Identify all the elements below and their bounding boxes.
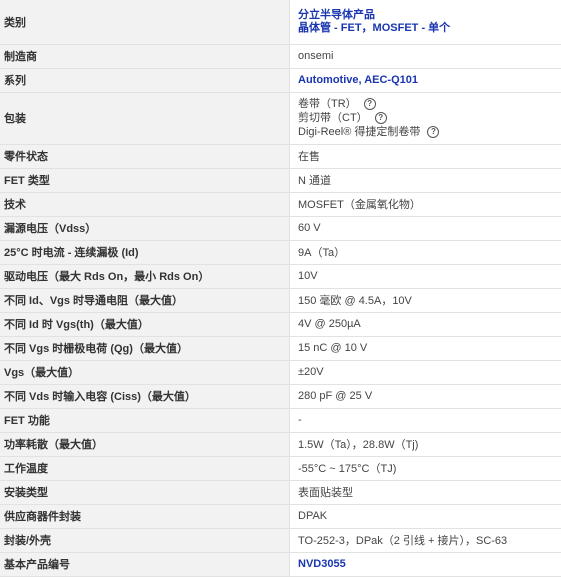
row-fet-type: FET 类型 N 通道 — [0, 168, 561, 192]
value-drive-voltage: 10V — [290, 264, 561, 288]
help-circle-icon[interactable]: ? — [375, 112, 387, 124]
value-package-case: TO-252-3，DPak（2 引线 + 接片），SC-63 — [290, 528, 561, 552]
row-supplier-package: 供应商器件封装 DPAK — [0, 504, 561, 528]
row-technology: 技术 MOSFET（金属氧化物） — [0, 192, 561, 216]
row-vgs-th: 不同 Id 时 Vgs(th)（最大值） 4V @ 250µA — [0, 312, 561, 336]
value-manufacturer: onsemi — [290, 44, 561, 68]
label-part-status: 零件状态 — [0, 144, 290, 168]
value-temperature: -55°C ~ 175°C（TJ) — [290, 456, 561, 480]
value-gate-charge: 15 nC @ 10 V — [290, 336, 561, 360]
label-packaging: 包装 — [0, 92, 290, 144]
row-part-status: 零件状态 在售 — [0, 144, 561, 168]
value-power: 1.5W（Ta），28.8W（Tj) — [290, 432, 561, 456]
label-series: 系列 — [0, 68, 290, 92]
value-vgs-th: 4V @ 250µA — [290, 312, 561, 336]
row-power: 功率耗散（最大值） 1.5W（Ta），28.8W（Tj) — [0, 432, 561, 456]
label-gate-charge: 不同 Vgs 时栅极电荷 (Qg)（最大值） — [0, 336, 290, 360]
value-rds-on: 150 毫欧 @ 4.5A，10V — [290, 288, 561, 312]
row-ciss: 不同 Vds 时输入电容 (Ciss)（最大值） 280 pF @ 25 V — [0, 384, 561, 408]
row-drive-voltage: 驱动电压（最大 Rds On，最小 Rds On） 10V — [0, 264, 561, 288]
row-base-product: 基本产品编号 NVD3055 — [0, 552, 561, 576]
label-ciss: 不同 Vds 时输入电容 (Ciss)（最大值） — [0, 384, 290, 408]
label-category: 类别 — [0, 0, 290, 44]
help-circle-icon[interactable]: ? — [427, 126, 439, 138]
label-drive-voltage: 驱动电压（最大 Rds On，最小 Rds On） — [0, 264, 290, 288]
label-current-id: 25°C 时电流 - 连续漏极 (Id) — [0, 240, 290, 264]
label-vgs-max: Vgs（最大值） — [0, 360, 290, 384]
base-product-link[interactable]: NVD3055 — [298, 558, 346, 570]
label-mounting: 安装类型 — [0, 480, 290, 504]
value-vdss: 60 V — [290, 216, 561, 240]
label-vgs-th: 不同 Id 时 Vgs(th)（最大值） — [0, 312, 290, 336]
packaging-option: 剪切带（CT） ? — [298, 111, 561, 125]
row-vdss: 漏源电压（Vdss） 60 V — [0, 216, 561, 240]
row-package-case: 封装/外壳 TO-252-3，DPak（2 引线 + 接片），SC-63 — [0, 528, 561, 552]
row-manufacturer: 制造商 onsemi — [0, 44, 561, 68]
label-vdss: 漏源电压（Vdss） — [0, 216, 290, 240]
packaging-option: 卷带（TR） ? — [298, 97, 561, 111]
value-category: 分立半导体产品 晶体管 - FET，MOSFET - 单个 — [290, 0, 561, 44]
value-mounting: 表面贴装型 — [290, 480, 561, 504]
label-supplier-package: 供应商器件封装 — [0, 504, 290, 528]
packaging-option: Digi-Reel® 得捷定制卷带 ? — [298, 125, 561, 139]
row-temperature: 工作温度 -55°C ~ 175°C（TJ) — [0, 456, 561, 480]
product-attributes-table: 类别 分立半导体产品 晶体管 - FET，MOSFET - 单个 制造商 ons… — [0, 0, 561, 577]
category-link-discrete[interactable]: 分立半导体产品 — [298, 9, 561, 22]
value-packaging: 卷带（TR） ? 剪切带（CT） ? Digi-Reel® 得捷定制卷带 ? — [290, 92, 561, 144]
row-mounting: 安装类型 表面贴装型 — [0, 480, 561, 504]
label-fet-type: FET 类型 — [0, 168, 290, 192]
label-power: 功率耗散（最大值） — [0, 432, 290, 456]
label-fet-feature: FET 功能 — [0, 408, 290, 432]
label-temperature: 工作温度 — [0, 456, 290, 480]
series-link[interactable]: Automotive, AEC-Q101 — [298, 74, 418, 86]
label-base-product: 基本产品编号 — [0, 552, 290, 576]
row-series: 系列 Automotive, AEC-Q101 — [0, 68, 561, 92]
value-current-id: 9A（Ta） — [290, 240, 561, 264]
row-current-id: 25°C 时电流 - 连续漏极 (Id) 9A（Ta） — [0, 240, 561, 264]
row-vgs-max: Vgs（最大值） ±20V — [0, 360, 561, 384]
value-part-status: 在售 — [290, 144, 561, 168]
value-vgs-max: ±20V — [290, 360, 561, 384]
row-rds-on: 不同 Id、Vgs 时导通电阻（最大值） 150 毫欧 @ 4.5A，10V — [0, 288, 561, 312]
value-fet-type: N 通道 — [290, 168, 561, 192]
category-link-mosfet[interactable]: 晶体管 - FET，MOSFET - 单个 — [298, 22, 561, 35]
row-gate-charge: 不同 Vgs 时栅极电荷 (Qg)（最大值） 15 nC @ 10 V — [0, 336, 561, 360]
value-ciss: 280 pF @ 25 V — [290, 384, 561, 408]
row-fet-feature: FET 功能 - — [0, 408, 561, 432]
label-manufacturer: 制造商 — [0, 44, 290, 68]
row-category: 类别 分立半导体产品 晶体管 - FET，MOSFET - 单个 — [0, 0, 561, 44]
row-packaging: 包装 卷带（TR） ? 剪切带（CT） ? Digi-Reel® 得捷定制卷带 … — [0, 92, 561, 144]
label-rds-on: 不同 Id、Vgs 时导通电阻（最大值） — [0, 288, 290, 312]
help-circle-icon[interactable]: ? — [364, 98, 376, 110]
value-technology: MOSFET（金属氧化物） — [290, 192, 561, 216]
label-package-case: 封装/外壳 — [0, 528, 290, 552]
label-technology: 技术 — [0, 192, 290, 216]
value-supplier-package: DPAK — [290, 504, 561, 528]
value-fet-feature: - — [290, 408, 561, 432]
